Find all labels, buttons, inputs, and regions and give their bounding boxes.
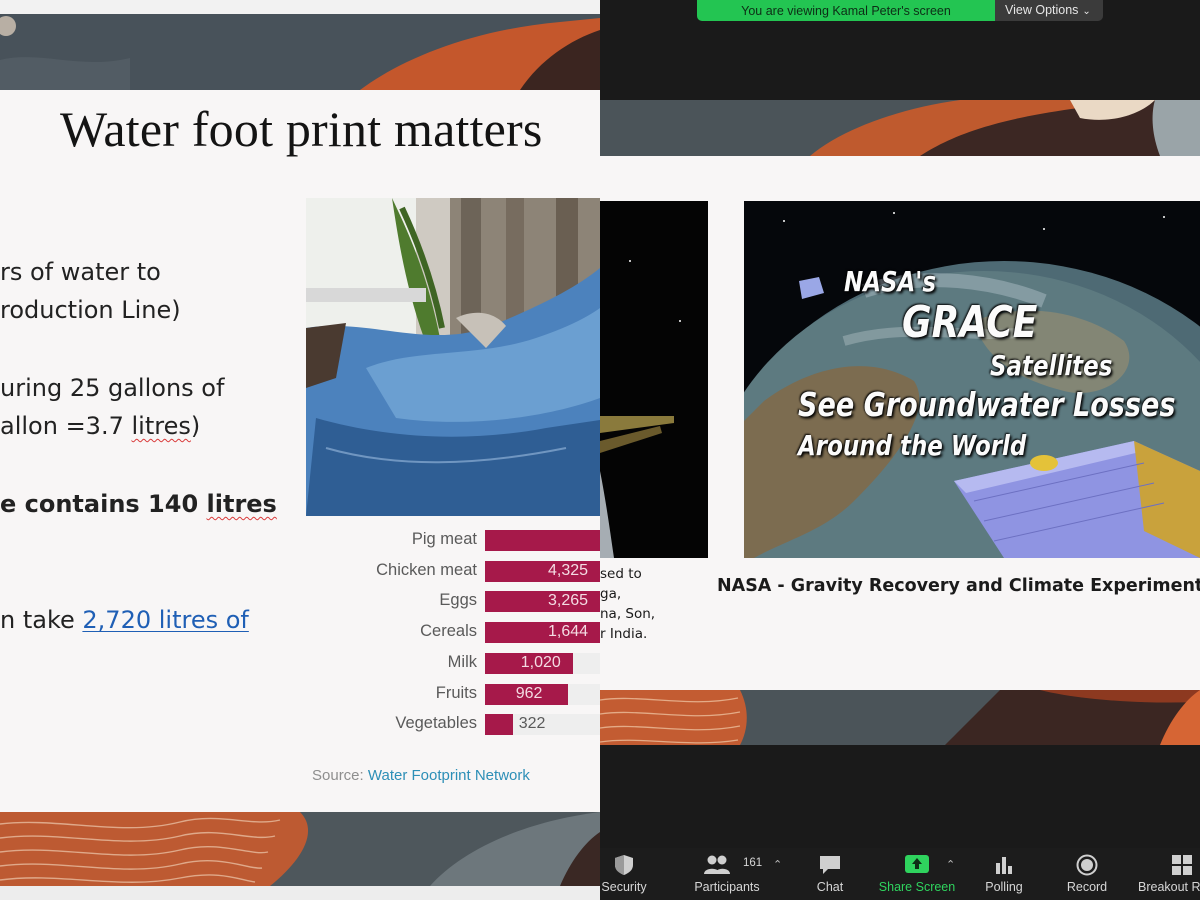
zoom-meeting-window: You are viewing Kamal Peter's screen Vie… xyxy=(600,0,1200,900)
bar-row: Vegetables 322 xyxy=(300,712,600,736)
view-options-label: View Options xyxy=(1005,3,1079,17)
clipped-caption-line-2: ga, xyxy=(600,586,622,602)
bar-category-label: Fruits xyxy=(435,683,477,702)
grace-title-line-2: GRACE xyxy=(902,297,1038,348)
viewing-screen-banner: You are viewing Kamal Peter's screen xyxy=(697,0,995,21)
breakout-rooms-button[interactable]: Breakout R xyxy=(1136,848,1200,900)
bar-category-label: Milk xyxy=(447,652,477,671)
bullet-line-1b: roduction Line) xyxy=(0,296,181,324)
record-label: Record xyxy=(1066,880,1108,894)
bar-value-label: 4,325 xyxy=(548,561,589,579)
clipped-caption-line-3: na, Son, xyxy=(600,606,656,622)
bullet-line-3-text: e contains 140 xyxy=(0,490,207,518)
bar-value-label: 962 xyxy=(515,684,543,702)
bar-row: Cereals 1,644 xyxy=(300,620,600,644)
bar-row: Milk 1,020 xyxy=(300,651,600,675)
polling-icon xyxy=(991,854,1017,876)
bullet-line-4-text: n take xyxy=(0,606,83,634)
chart-source: Source: Water Footprint Network xyxy=(312,767,530,784)
bar xyxy=(485,714,513,736)
slide-title: Water foot print matters xyxy=(60,101,543,157)
chat-icon xyxy=(817,854,843,876)
bullet-line-2a: uring 25 gallons of xyxy=(0,374,225,402)
grace-title-line-3: Satellites xyxy=(990,349,1113,382)
bullet-line-2b: allon =3.7 litres) xyxy=(0,412,200,440)
shield-icon xyxy=(611,854,637,876)
clipped-caption-line-1: sed to xyxy=(600,566,642,582)
bar-category-label: Pig meat xyxy=(411,530,477,548)
bar-category-label: Vegetables xyxy=(395,714,477,733)
slide-bottom-strip xyxy=(0,886,600,900)
share-screen-label: Share Screen xyxy=(878,880,956,894)
spellcheck-word: litres xyxy=(131,412,191,440)
shared-slide-bottom-decoration xyxy=(600,690,1200,745)
bar-category-label: Eggs xyxy=(439,591,477,610)
participants-button[interactable]: Participants xyxy=(688,848,766,900)
security-label: Security xyxy=(601,880,647,894)
bullet-line-1a: rs of water to xyxy=(0,258,161,286)
polling-button[interactable]: Polling xyxy=(978,848,1030,900)
share-screen-caret-icon[interactable]: ⌃ xyxy=(946,858,955,871)
view-options-button[interactable]: View Options ⌄ xyxy=(995,0,1103,21)
clipped-caption-line-4: r India. xyxy=(600,626,648,642)
litres-hyperlink[interactable]: 2,720 litres of xyxy=(82,606,248,634)
share-screen-icon xyxy=(904,854,930,876)
share-screen-button[interactable]: Share Screen xyxy=(874,848,960,900)
polling-label: Polling xyxy=(985,880,1023,894)
bar-value-label: 3,265 xyxy=(548,592,589,610)
security-button[interactable]: Security xyxy=(600,848,648,900)
record-icon xyxy=(1074,854,1100,876)
bar-row: Chicken meat 4,325 xyxy=(300,559,600,583)
bar-row: Pig meat xyxy=(300,528,600,552)
meeting-toolbar: Security Participants 161 ⌃ Chat Share S… xyxy=(600,848,1200,900)
chart-source-link: Water Footprint Network xyxy=(367,767,530,784)
participants-label: Participants xyxy=(694,880,760,894)
grace-title-line-4: See Groundwater Losses xyxy=(798,385,1176,424)
participants-count: 161 xyxy=(743,857,763,869)
grace-title-line-1: NASA's xyxy=(844,265,936,298)
chat-button[interactable]: Chat xyxy=(806,848,854,900)
spellcheck-word-bold: litres xyxy=(206,490,277,518)
chevron-down-icon: ⌄ xyxy=(1082,6,1091,17)
grace-video-frame[interactable]: NASA's GRACE Satellites See Groundwater … xyxy=(744,201,1200,558)
bullet-line-2b-text: allon =3.7 xyxy=(0,412,132,440)
breakout-rooms-icon xyxy=(1170,854,1196,876)
bullet-line-4: n take 2,720 litres of xyxy=(0,606,249,634)
slide-bottom-decoration xyxy=(0,812,600,886)
jeans-photo xyxy=(306,198,600,516)
bar-value-label: 1,644 xyxy=(548,623,589,641)
bullet-line-2b-end: ) xyxy=(190,412,201,440)
bar xyxy=(485,530,600,551)
left-presentation-slide: Water foot print matters rs of water to … xyxy=(0,0,600,900)
bar-category-label: Chicken meat xyxy=(376,560,477,579)
record-button[interactable]: Record xyxy=(1060,848,1114,900)
grace-caption: NASA - Gravity Recovery and Climate Expe… xyxy=(717,576,1200,596)
participants-icon xyxy=(703,854,730,876)
satellite-video-clipped xyxy=(600,201,708,558)
chat-label: Chat xyxy=(816,880,844,894)
bar-row: Fruits 962 xyxy=(300,682,600,706)
grace-title-line-5: Around the World xyxy=(798,429,1027,462)
bar-value-label: 1,020 xyxy=(520,653,561,671)
bar-value-label: 322 xyxy=(518,715,546,733)
breakout-rooms-label: Breakout R xyxy=(1138,880,1200,894)
chart-source-label: Source: xyxy=(312,767,364,784)
bar-row: Eggs 3,265 xyxy=(300,589,600,613)
shared-slide-top-decoration xyxy=(600,100,1200,156)
bullet-line-3: e contains 140 litres xyxy=(0,490,277,518)
participants-caret-icon[interactable]: ⌃ xyxy=(773,858,782,871)
slide-top-decoration xyxy=(0,0,600,90)
bar-category-label: Cereals xyxy=(420,622,477,641)
